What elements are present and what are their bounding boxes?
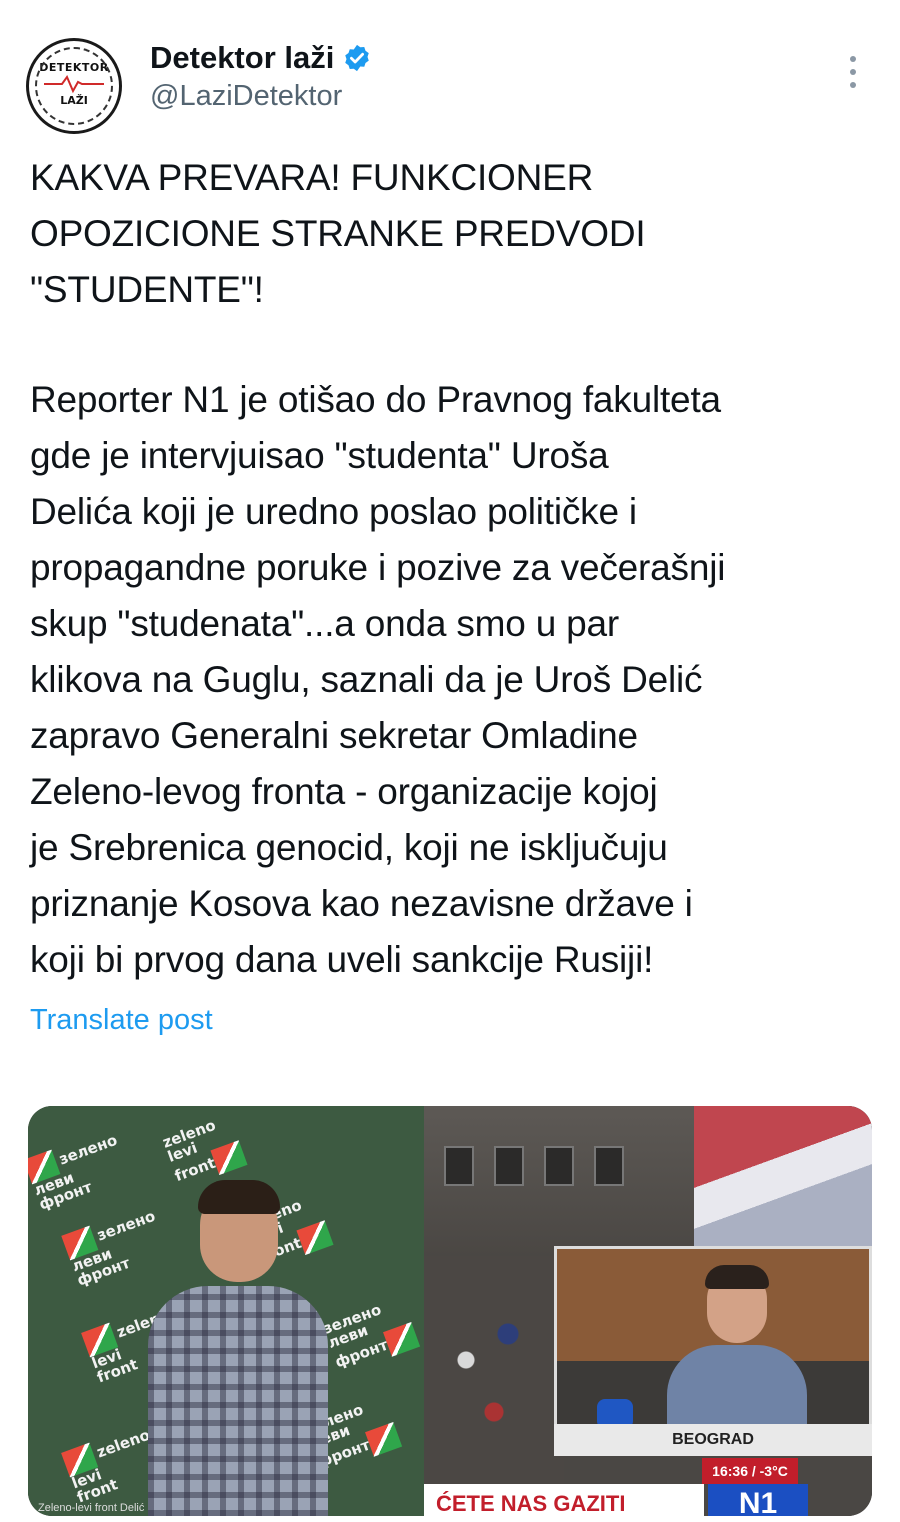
verified-badge-icon — [345, 44, 370, 72]
media-image-left[interactable]: зелено леви фронт zeleno levi front зеле… — [28, 1106, 424, 1516]
logo-tile: зелено леви фронт — [28, 1127, 131, 1213]
logo-tile: зелено леви фронт — [320, 1292, 424, 1375]
avatar[interactable]: DETEKTOR LAŽI — [26, 38, 122, 134]
tweet-header: DETEKTOR LAŽI Detektor laži @LaziDetekto… — [0, 0, 900, 140]
crowd-background — [424, 1256, 564, 1516]
avatar-ring — [35, 47, 113, 125]
translate-post-link[interactable]: Translate post — [30, 1004, 213, 1037]
time-temperature-label: 16:36 / -3°C — [702, 1458, 798, 1484]
more-options-button[interactable] — [836, 50, 870, 94]
display-name-row: Detektor laži — [150, 38, 372, 78]
more-vertical-icon-dot — [850, 56, 856, 62]
more-vertical-icon-dot — [850, 69, 856, 75]
media-caption-left: Zeleno-levi front Delić — [38, 1502, 145, 1514]
n1-logo: N1 — [708, 1484, 808, 1516]
more-vertical-icon-dot — [850, 82, 856, 88]
author-block: Detektor laži @LaziDetektor — [150, 38, 372, 113]
tweet-media[interactable]: зелено леви фронт zeleno levi front зеле… — [28, 1106, 872, 1516]
media-image-right[interactable]: BEOGRAD 16:36 / -3°C ĆETE NAS GAZITI N1 — [424, 1106, 872, 1516]
studio-background — [694, 1106, 872, 1246]
location-label: BEOGRAD — [554, 1424, 872, 1456]
person-photo — [148, 1176, 328, 1516]
tweet-body: Reporter N1 je otišao do Pravnog fakulte… — [30, 379, 726, 980]
news-ticker: ĆETE NAS GAZITI — [424, 1484, 704, 1516]
handle[interactable]: @LaziDetektor — [150, 80, 372, 113]
tweet-headline: KAKVA PREVARA! FUNKCIONER OPOZICIONE STR… — [30, 157, 646, 310]
display-name[interactable]: Detektor laži — [150, 40, 334, 76]
